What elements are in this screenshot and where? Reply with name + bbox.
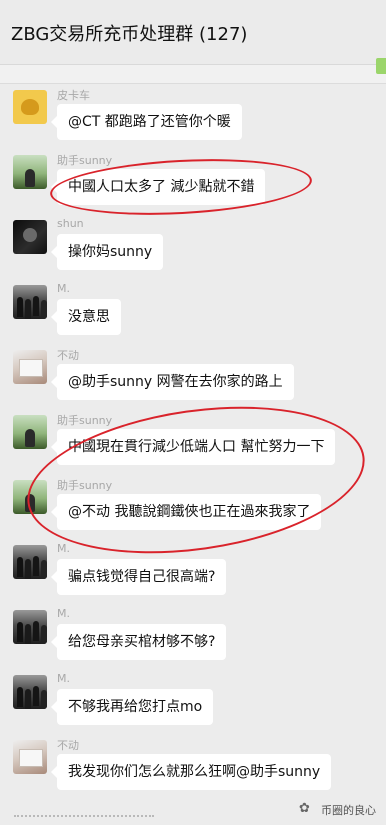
message-bubble[interactable]: 中國人口太多了 減少點就不錯 (50, 169, 266, 205)
message-row: 助手sunny 中國人口太多了 減少點就不錯 (0, 151, 386, 211)
crowd-photo-avatar[interactable] (13, 675, 47, 709)
message-row: shun 操你妈sunny (0, 216, 386, 276)
message-row: 助手sunny @不动 我聽說鋼鐵俠也正在過來我家了 (0, 476, 386, 536)
message-row: 不动 我发现你们怎么就那么狂啊@助手sunny (0, 736, 386, 796)
sender-name: 不动 (57, 349, 79, 362)
watermark: 币圈的良心 (321, 804, 376, 817)
message-bubble[interactable]: 给您母亲买棺材够不够? (50, 624, 227, 660)
message-bubble[interactable]: 没意思 (51, 299, 121, 335)
sender-name: 不动 (57, 739, 79, 752)
field-photo-avatar[interactable] (13, 415, 47, 449)
field-photo-avatar[interactable] (13, 155, 47, 189)
message-row: M. 没意思 (0, 281, 386, 341)
message-row: M. 不够我再给您打点mo (0, 671, 386, 731)
sender-name: shun (57, 217, 84, 230)
chat-header: ZBG交易所充币处理群 (127) (0, 0, 386, 84)
message-bubble[interactable]: 操你妈sunny (50, 234, 164, 270)
message-row: M. 骗点钱觉得自己很高端? (0, 541, 386, 601)
crowd-photo-avatar[interactable] (13, 545, 47, 579)
field-photo-avatar[interactable] (13, 480, 47, 514)
notification-tab[interactable] (376, 58, 386, 74)
sender-name: M. (57, 282, 70, 295)
message-bubble[interactable]: 中國現在貫行減少低端人口 幫忙努力一下 (50, 429, 336, 465)
message-row: 助手sunny 中國現在貫行減少低端人口 幫忙努力一下 (0, 411, 386, 471)
sender-name: 助手sunny (57, 479, 113, 492)
message-bubble[interactable]: @不动 我聽說鋼鐵俠也正在過來我家了 (50, 494, 322, 530)
message-row: 不动 @助手sunny 网警在去你家的路上 (0, 346, 386, 406)
input-bar-edge (14, 815, 154, 825)
message-bubble[interactable]: 不够我再给您打点mo (50, 689, 214, 725)
crowd-photo-avatar[interactable] (13, 285, 47, 319)
sender-name: 助手sunny (57, 414, 113, 427)
sender-name: M. (57, 672, 70, 685)
message-row: 皮卡车 @CT 都跑路了还管你个暖 (0, 86, 386, 146)
message-bubble[interactable]: @CT 都跑路了还管你个暖 (51, 104, 242, 140)
wechat-icon: ✿ (299, 801, 310, 816)
message-row: M. 给您母亲买棺材够不够? (0, 606, 386, 666)
sender-name: M. (57, 542, 70, 555)
header-hint-bar (0, 65, 386, 84)
sender-name: 助手sunny (57, 154, 113, 167)
dark-portrait-avatar[interactable] (13, 220, 47, 254)
group-title: ZBG交易所充币处理群 (127) (11, 24, 248, 45)
sender-name: 皮卡车 (57, 89, 90, 102)
footer: ✿ 币圈的良心 (0, 801, 386, 825)
message-bubble[interactable]: 骗点钱觉得自己很高端? (50, 559, 227, 595)
message-bubble[interactable]: 我发现你们怎么就那么狂啊@助手sunny (50, 754, 332, 790)
crowd-photo-avatar[interactable] (13, 610, 47, 644)
pale-photo-avatar[interactable] (13, 740, 47, 774)
message-bubble[interactable]: @助手sunny 网警在去你家的路上 (51, 364, 294, 400)
pale-photo-avatar[interactable] (13, 350, 47, 384)
sender-name: M. (57, 607, 70, 620)
yellow-cartoon-avatar[interactable] (13, 90, 47, 124)
